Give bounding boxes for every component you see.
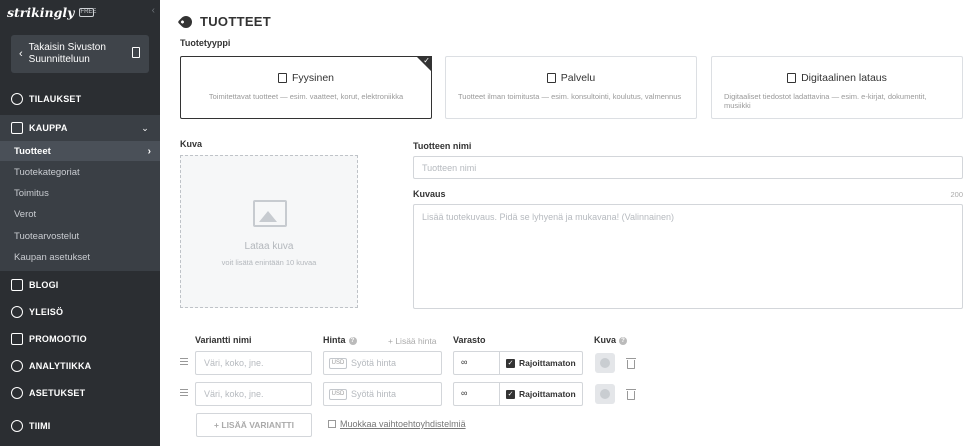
plan-badge: FREE bbox=[79, 7, 97, 17]
audience-icon bbox=[11, 306, 23, 318]
edit-icon bbox=[328, 420, 336, 428]
upload-hint: voit lisätä enintään 10 kuvaa bbox=[221, 258, 317, 267]
variant-stock-field[interactable]: ∞ ✓ Rajoittamaton bbox=[453, 351, 583, 375]
nav-item-blogi[interactable]: BLOGI bbox=[0, 274, 160, 296]
chevron-left-icon: ‹ bbox=[19, 48, 23, 60]
variant-name-header: Variantti nimi bbox=[195, 335, 252, 345]
variant-price-field[interactable]: USD bbox=[323, 382, 442, 406]
nav-item-analytiikka[interactable]: ANALYTIIKKA bbox=[0, 355, 160, 377]
stock-value: ∞ bbox=[461, 388, 468, 398]
help-icon[interactable]: ? bbox=[348, 337, 357, 345]
variant-name-input[interactable] bbox=[195, 351, 312, 375]
gear-icon bbox=[11, 387, 23, 399]
description-counter: 200 bbox=[950, 190, 963, 199]
sub-item-tuotearvostelut[interactable]: Tuotearvostelut bbox=[0, 226, 160, 246]
currency-badge: USD bbox=[329, 358, 347, 369]
logo-row: strikingly FREE bbox=[0, 0, 160, 24]
sidebar: strikingly FREE ‹ ‹ Takaisin Sivuston Su… bbox=[0, 0, 160, 446]
add-variant-button[interactable]: + LISÄÄ VARIANTTI bbox=[196, 413, 312, 437]
variant-name-input[interactable] bbox=[195, 382, 312, 406]
type-card-digital[interactable]: Digitaalinen lataus Digitaaliset tiedost… bbox=[711, 56, 963, 119]
variant-image-thumb[interactable] bbox=[595, 353, 615, 373]
back-button-label: Takaisin Sivuston Suunnitteluun bbox=[28, 42, 106, 65]
type-card-physical[interactable]: ✓ Fyysinen Toimitettavat tuotteet — esim… bbox=[180, 56, 432, 119]
nav-item-tiimi[interactable]: TIIMI bbox=[0, 415, 160, 437]
logo[interactable]: strikingly bbox=[7, 5, 74, 20]
description-label: Kuvaus bbox=[413, 189, 446, 199]
nav-item-promootio[interactable]: PROMOOTIO bbox=[0, 328, 160, 350]
megaphone-icon bbox=[11, 333, 23, 345]
sub-item-tuotekategoriat[interactable]: Tuotekategoriat bbox=[0, 162, 160, 182]
variant-stock-field[interactable]: ∞ ✓ Rajoittamaton bbox=[453, 382, 583, 406]
page-header: TUOTTEET bbox=[177, 13, 272, 30]
variant-image-header: Kuva? bbox=[594, 335, 628, 345]
description-textarea[interactable] bbox=[413, 204, 963, 309]
add-price-link[interactable]: + Lisää hinta bbox=[388, 336, 436, 346]
sub-item-toimitus[interactable]: Toimitus bbox=[0, 183, 160, 203]
product-name-label: Tuotteen nimi bbox=[413, 141, 472, 151]
trash-icon[interactable] bbox=[626, 358, 636, 369]
unlimited-checkbox[interactable]: ✓ Rajoittamaton bbox=[499, 351, 584, 375]
dumbbell-icon bbox=[546, 73, 556, 83]
sub-item-kaupan-asetukset[interactable]: Kaupan asetukset bbox=[0, 247, 160, 267]
image-label: Kuva bbox=[180, 139, 203, 149]
sub-item-verot[interactable]: Verot bbox=[0, 204, 160, 224]
trash-icon[interactable] bbox=[626, 389, 636, 400]
stock-value: ∞ bbox=[461, 357, 468, 367]
nav-item-yleiso[interactable]: YLEISÖ bbox=[0, 301, 160, 323]
check-icon: ✓ bbox=[423, 56, 430, 65]
checkbox-checked-icon: ✓ bbox=[506, 389, 515, 399]
checkbox-checked-icon: ✓ bbox=[506, 358, 515, 368]
variant-price-input[interactable] bbox=[351, 355, 437, 371]
product-type-label: Tuotetyyppi bbox=[180, 38, 231, 48]
nav-item-asetukset[interactable]: ASETUKSET bbox=[0, 382, 160, 404]
unlimited-checkbox[interactable]: ✓ Rajoittamaton bbox=[499, 382, 584, 406]
stock-header: Varasto bbox=[453, 335, 486, 345]
variant-price-input[interactable] bbox=[351, 386, 437, 402]
currency-badge: USD bbox=[329, 389, 347, 400]
drag-handle-icon[interactable] bbox=[180, 358, 188, 367]
dollar-icon bbox=[11, 93, 23, 105]
variant-price-field[interactable]: USD bbox=[323, 351, 442, 375]
kauppa-submenu: Tuotteet › Tuotekategoriat Toimitus Vero… bbox=[0, 141, 160, 271]
tag-icon bbox=[177, 13, 195, 30]
collapse-sidebar-icon[interactable]: ‹ bbox=[152, 5, 155, 16]
back-to-editor-button[interactable]: ‹ Takaisin Sivuston Suunnitteluun bbox=[11, 35, 149, 73]
file-icon bbox=[787, 73, 797, 83]
nav-item-tilaukset[interactable]: TILAUKSET bbox=[0, 88, 160, 110]
team-icon bbox=[11, 420, 23, 432]
edit-combinations-link[interactable]: Muokkaa vaihtoehtoyhdistelmiä bbox=[328, 419, 466, 429]
sub-item-tuotteet[interactable]: Tuotteet › bbox=[0, 141, 160, 161]
product-name-input[interactable] bbox=[413, 156, 963, 179]
upload-image-label: Lataa kuva bbox=[244, 241, 294, 252]
blog-icon bbox=[11, 279, 23, 291]
chevron-right-icon: › bbox=[147, 145, 151, 157]
main-content: TUOTTEET Tuotetyyppi ✓ Fyysinen Toimitet… bbox=[160, 0, 974, 446]
page-icon bbox=[132, 47, 140, 58]
variant-image-thumb[interactable] bbox=[595, 384, 615, 404]
nav-item-kauppa[interactable]: KAUPPA ⌄ bbox=[0, 115, 160, 141]
price-header: Hinta? bbox=[323, 335, 357, 345]
drag-handle-icon[interactable] bbox=[180, 389, 188, 398]
image-icon bbox=[253, 200, 287, 227]
box-icon bbox=[277, 73, 287, 83]
chevron-down-icon: ⌄ bbox=[141, 122, 149, 133]
image-upload-area[interactable]: Lataa kuva voit lisätä enintään 10 kuvaa bbox=[180, 155, 358, 308]
help-icon[interactable]: ? bbox=[619, 337, 628, 345]
analytics-icon bbox=[11, 360, 23, 372]
page-title: TUOTTEET bbox=[200, 14, 272, 29]
store-icon bbox=[11, 122, 23, 134]
type-card-service[interactable]: Palvelu Tuotteet ilman toimitusta — esim… bbox=[445, 56, 697, 119]
